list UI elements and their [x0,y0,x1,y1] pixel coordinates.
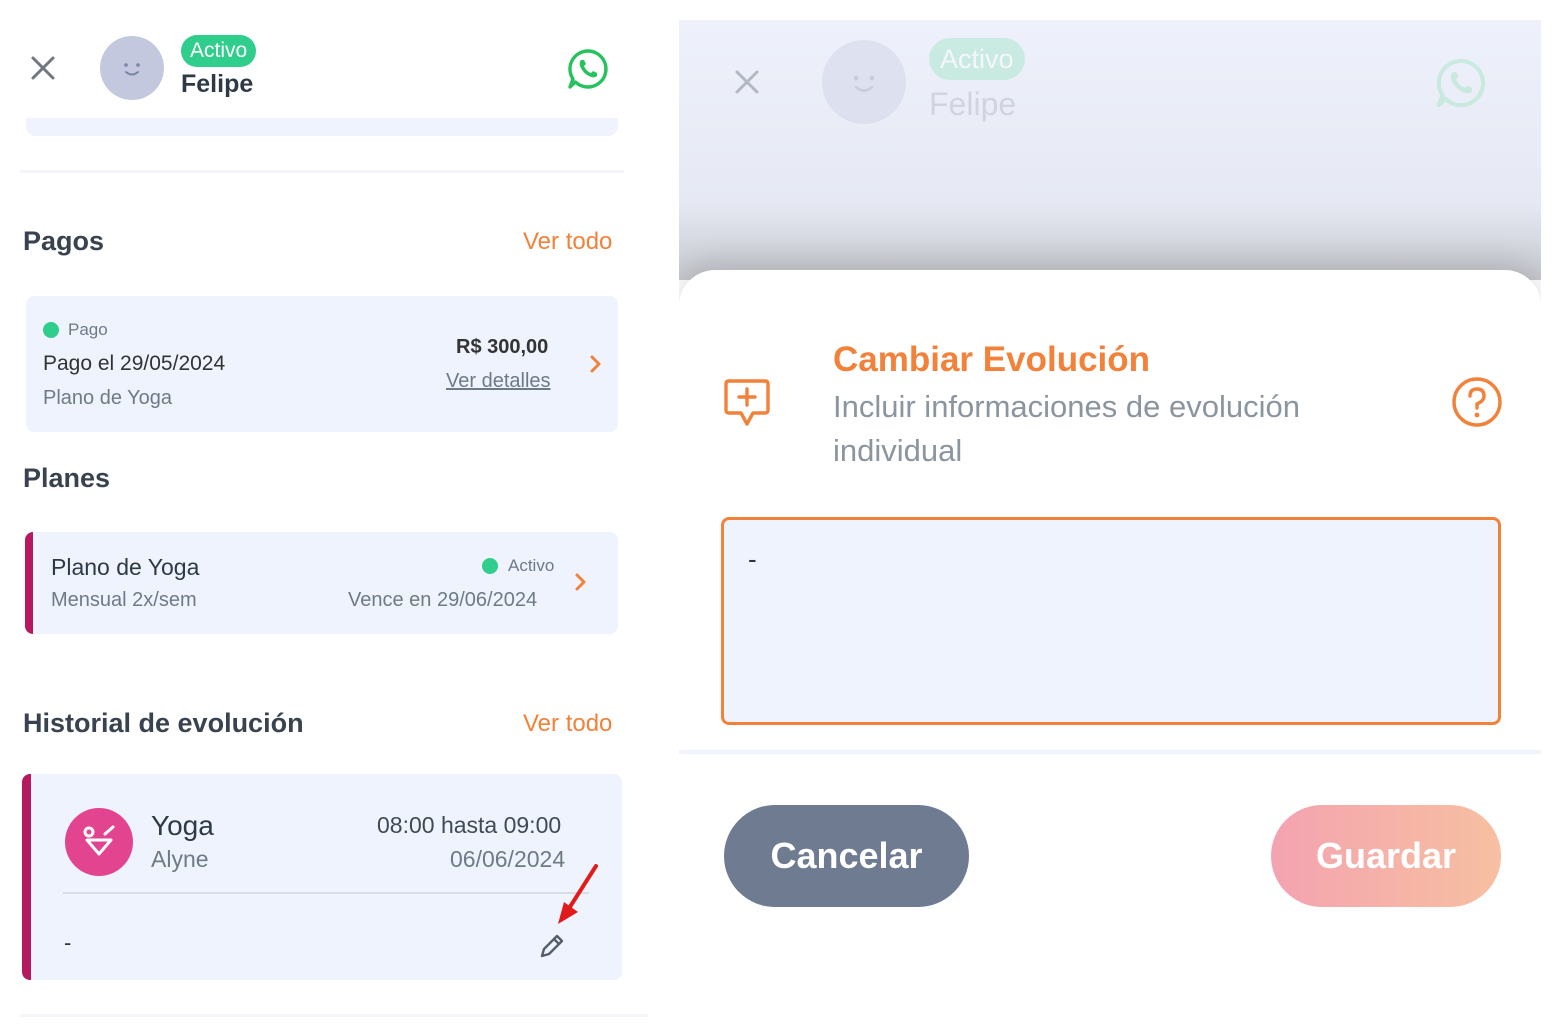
card-divider [63,892,589,894]
avatar [822,40,906,124]
chevron-right-icon [590,355,601,373]
payment-amount: R$ 300,00 [456,336,549,358]
cancel-button[interactable]: Cancelar [724,805,969,907]
whatsapp-icon [1436,58,1486,108]
divider [679,750,1541,754]
help-icon[interactable] [1451,376,1503,428]
avatar [100,36,164,100]
dimmed-background [679,20,1541,280]
payment-card[interactable]: Pago Pago el 29/05/2024 Plano de Yoga R$… [26,296,618,432]
payment-details-link[interactable]: Ver detalles [446,370,551,393]
status-dot [43,322,59,338]
change-evolution-screen: Activo Felipe Cambiar Evolución Incluir … [679,20,1541,1027]
plan-frequency: Mensual 2x/sem [51,589,197,611]
red-arrow-annotation [558,864,598,924]
student-profile-panel: Activo Felipe Pagos Ver todo Pago Pago e… [0,0,650,1027]
smiley-icon [853,75,875,92]
bottom-divider [20,1014,648,1017]
divider [20,170,624,173]
evolution-card [22,774,622,980]
class-icon [65,808,133,876]
class-date: 06/06/2024 [450,846,566,872]
plan-card[interactable]: Plano de Yoga Mensual 2x/sem Activo Venc… [25,532,618,634]
user-name: Felipe [181,70,254,98]
edit-pencil-icon[interactable] [536,930,568,962]
payments-title: Pagos [23,226,105,256]
plan-expiry: Vence en 29/06/2024 [348,589,538,611]
chevron-right-icon [575,573,586,591]
payment-status: Pago [68,320,108,339]
status-badge: Activo [181,35,257,67]
activity-icon [83,825,115,856]
evolution-see-all-link[interactable]: Ver todo [523,710,612,738]
user-name: Felipe [929,86,1017,122]
plan-name: Plano de Yoga [51,554,200,580]
evolution-textarea[interactable]: - [721,517,1501,725]
whatsapp-icon[interactable] [566,47,610,91]
payments-see-all-link[interactable]: Ver todo [523,228,612,256]
modal-title: Cambiar Evolución [833,340,1151,379]
evolution-history-title: Historial de evolución [23,708,304,738]
instructor-name: Alyne [151,846,209,872]
collapsed-card-edge [26,118,618,136]
class-name: Yoga [151,810,214,841]
close-icon[interactable] [28,52,58,84]
payment-plan: Plano de Yoga [43,387,173,409]
class-time: 08:00 hasta 09:00 [377,812,562,838]
save-button[interactable]: Guardar [1271,805,1501,907]
plan-status: Activo [508,556,555,575]
status-dot [482,558,498,574]
smiley-icon [124,63,140,76]
modal-subtitle: Incluir informaciones de evolución indiv… [833,389,1300,468]
plans-title: Planes [23,463,111,493]
status-badge: Activo [929,38,1025,80]
evolution-note: - [64,930,72,955]
close-icon [735,70,759,94]
bottom-sheet-modal: Cambiar Evolución Incluir informaciones … [679,270,1541,1027]
payment-date: Pago el 29/05/2024 [43,352,226,375]
add-comment-icon [724,379,770,426]
